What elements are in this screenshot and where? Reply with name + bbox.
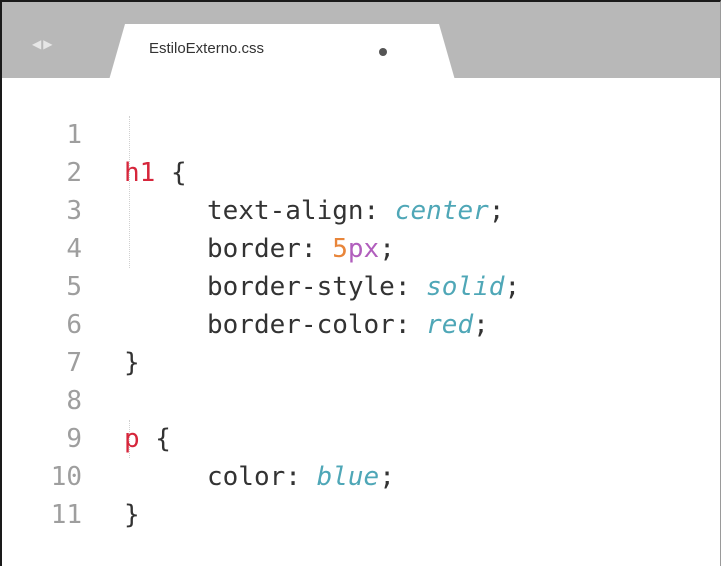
code-line[interactable]: 9 color: blue;: [2, 382, 720, 492]
tab-bar: ◀▶ EstiloExterno.css: [2, 2, 720, 78]
code-line[interactable]: 5 border-color: red;: [2, 230, 720, 340]
code-line[interactable]: 11: [2, 458, 720, 530]
tab-nav-left-icon[interactable]: ◀: [32, 37, 43, 51]
code-line[interactable]: 4 border-style: solid;: [2, 192, 720, 302]
code-line[interactable]: 2 text-align: center;: [2, 116, 720, 226]
close-brace: }: [124, 500, 140, 530]
code-line[interactable]: 1 h1 {: [2, 78, 720, 188]
editor-window: ◀▶ EstiloExterno.css 1 h1 { 2 text-align…: [0, 0, 721, 566]
tab-estiloexterno-css[interactable]: EstiloExterno.css: [109, 24, 455, 80]
code-line[interactable]: 8 p {: [2, 344, 720, 454]
code-line[interactable]: 6 }: [2, 268, 720, 378]
line-number: 11: [50, 500, 82, 530]
code-line[interactable]: 7: [2, 306, 720, 378]
code-line[interactable]: 3 border: 5px;: [2, 154, 720, 264]
tab-nav-arrows: ◀▶: [32, 37, 54, 51]
unsaved-dot-icon[interactable]: [379, 48, 387, 56]
tab-title: EstiloExterno.css: [149, 40, 265, 57]
code-line[interactable]: 10 }: [2, 420, 720, 530]
code-editor[interactable]: 1 h1 { 2 text-align: center; 3 border: 5…: [2, 78, 720, 566]
tab-nav-right-icon[interactable]: ▶: [43, 37, 54, 51]
